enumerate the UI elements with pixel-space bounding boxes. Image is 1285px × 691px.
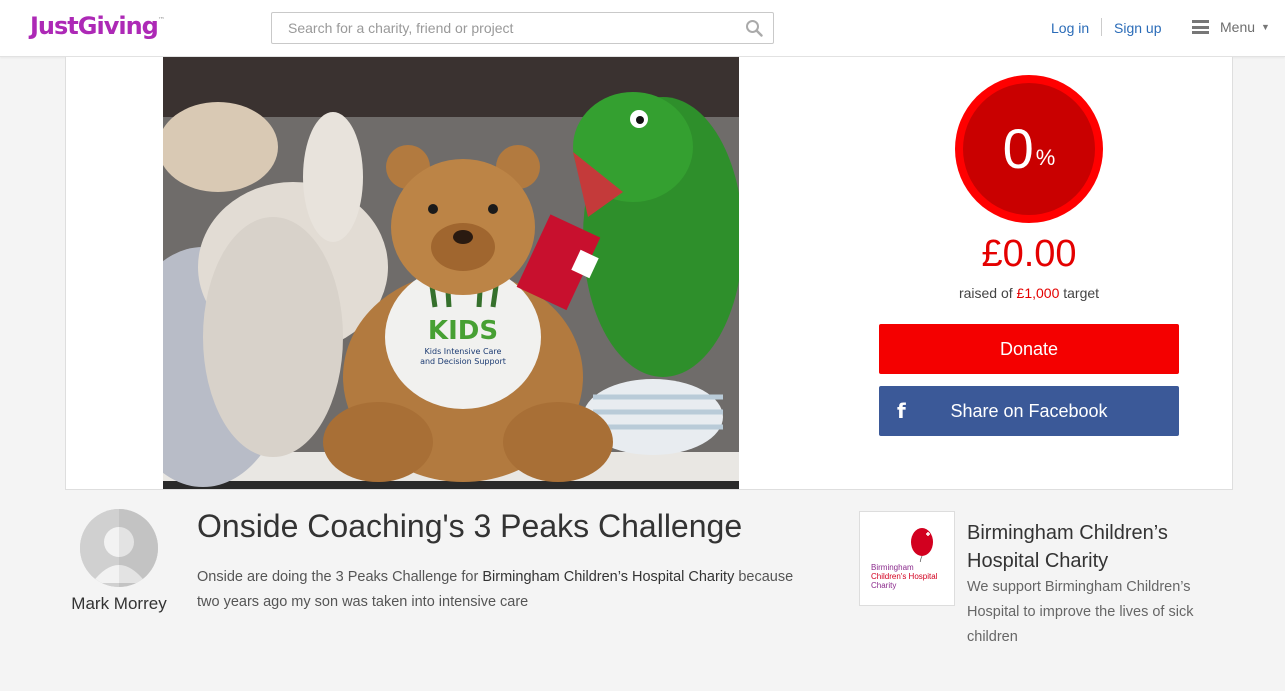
site-header: JustGiving™ Log in Sign up Menu ▼ <box>0 0 1285 57</box>
user-icon <box>80 509 158 587</box>
share-facebook-button[interactable]: f Share on Facebook <box>879 386 1179 436</box>
balloon-icon <box>911 528 933 562</box>
raised-suffix: target <box>1059 285 1100 301</box>
story-prefix: Onside are doing the 3 Peaks Challenge f… <box>197 569 483 585</box>
search-input[interactable] <box>272 13 712 43</box>
fundraising-hero: KIDS Kids Intensive Care and Decision Su… <box>65 57 1233 490</box>
raised-amount: £0.00 <box>981 233 1077 275</box>
signup-link[interactable]: Sign up <box>1114 20 1161 36</box>
shirt-subtext-2: and Decision Support <box>420 357 506 366</box>
progress-indicator: 0 % <box>963 83 1095 215</box>
page-photo: KIDS Kids Intensive Care and Decision Su… <box>163 57 739 489</box>
shirt-text: KIDS <box>428 316 498 346</box>
search-box <box>271 12 774 44</box>
nav-divider <box>1101 18 1102 36</box>
donate-button[interactable]: Donate <box>879 324 1179 374</box>
target-line: raised of £1,000 target <box>879 285 1179 301</box>
avatar[interactable] <box>80 509 158 587</box>
charity-description: We support Birmingham Children’s Hospita… <box>967 579 1194 645</box>
hamburger-icon <box>1192 20 1209 34</box>
raised-prefix: raised of <box>958 285 1017 301</box>
progress-percent: 0 <box>1002 117 1034 180</box>
page-title: Onside Coaching's 3 Peaks Challenge <box>197 508 743 544</box>
charity-name[interactable]: Birmingham Children’s Hospital Charity <box>967 519 1227 575</box>
share-facebook-label: Share on Facebook <box>950 401 1108 421</box>
shirt-subtext-1: Kids Intensive Care <box>425 347 502 356</box>
owner-name[interactable]: Mark Morrey <box>50 594 188 614</box>
charity-logo[interactable]: Birmingham Children's Hospital Charity <box>859 511 955 606</box>
charity-logo-text: Birmingham Children's Hospital Charity <box>871 563 938 590</box>
page-story: Onside are doing the 3 Peaks Challenge f… <box>197 565 817 615</box>
story-charity-link[interactable]: Birmingham Children’s Hospital Charity <box>482 569 734 585</box>
progress-ring: 0 % <box>955 75 1103 223</box>
chevron-down-icon: ▼ <box>1261 22 1270 32</box>
target-amount: £1,000 <box>1016 285 1060 301</box>
search-icon[interactable] <box>745 19 763 37</box>
menu-button[interactable]: Menu ▼ <box>1192 19 1270 35</box>
percent-symbol: % <box>1035 145 1056 170</box>
justgiving-logo[interactable]: JustGiving™ <box>30 12 165 40</box>
login-link[interactable]: Log in <box>1051 20 1089 36</box>
menu-label: Menu <box>1220 19 1256 35</box>
